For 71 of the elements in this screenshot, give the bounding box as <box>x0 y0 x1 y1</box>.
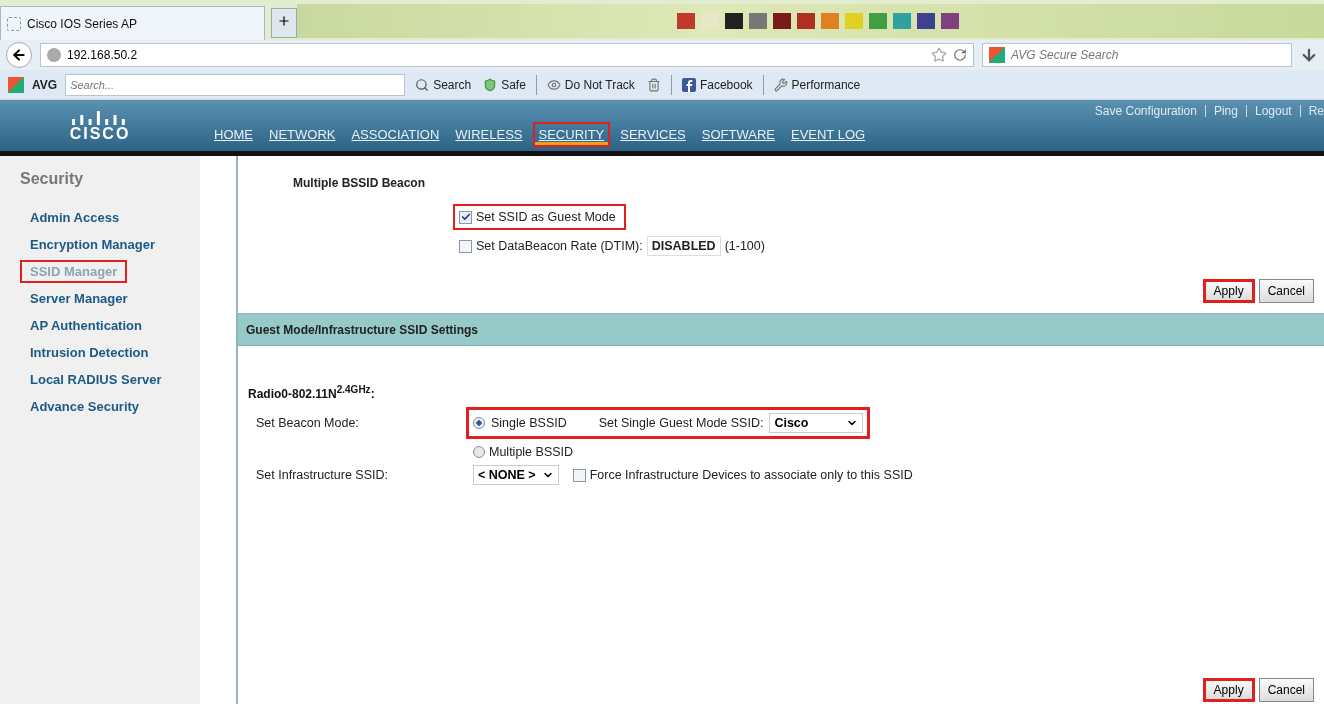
range-hint: (1-100) <box>724 239 765 253</box>
field-label: Set Infrastructure SSID: <box>256 468 389 482</box>
sidebar-link[interactable]: AP Authentication <box>20 314 152 337</box>
eye-icon <box>546 77 561 92</box>
section-title: Multiple BSSID Beacon <box>293 176 427 190</box>
reload-icon[interactable] <box>953 48 967 62</box>
facebook-toolbar-button[interactable]: Facebook <box>679 77 755 92</box>
ssid-dropdown[interactable]: < NONE > <box>473 465 559 485</box>
logo-icon <box>8 76 24 93</box>
trash-icon <box>646 77 661 92</box>
radio-button[interactable] <box>473 446 485 458</box>
nav-tab[interactable]: SERVICES <box>614 122 692 147</box>
radio-label: Single BSSID <box>491 416 567 430</box>
download-icon[interactable] <box>1300 46 1318 64</box>
new-tab-button[interactable] <box>271 8 297 38</box>
page-icon <box>7 16 21 31</box>
shield-icon <box>483 77 498 92</box>
checkbox[interactable] <box>572 468 586 482</box>
sidebar-link[interactable]: Intrusion Detection <box>20 341 159 364</box>
plus-icon <box>277 14 291 28</box>
nav-tab[interactable]: WIRELESS <box>449 122 529 147</box>
sidebar-link[interactable]: Local RADIUS Server <box>20 368 172 391</box>
apply-button[interactable]: Apply <box>1202 279 1255 303</box>
checkbox[interactable] <box>459 239 472 253</box>
sidebar-link[interactable]: Server Manager <box>20 287 138 310</box>
browser-tab[interactable]: Cisco IOS Series AP <box>0 6 265 40</box>
nav-tab[interactable]: SECURITY <box>532 122 611 147</box>
header-link[interactable]: Save Configuration <box>1094 104 1197 118</box>
cancel-button[interactable]: Cancel <box>1258 678 1314 702</box>
shield-toolbar-button[interactable]: Safe <box>481 77 528 92</box>
nav-tab[interactable]: NETWORK <box>263 122 342 147</box>
url-text: 192.168.50.2 <box>67 48 138 62</box>
back-button[interactable] <box>6 42 32 68</box>
radio-label: Multiple BSSID <box>489 445 574 459</box>
logo-icon <box>989 47 1005 63</box>
nav-tab[interactable]: ASSOCIATION <box>345 122 446 147</box>
nav-tab[interactable]: EVENT LOG <box>784 122 872 147</box>
star-icon[interactable] <box>931 47 947 63</box>
search-toolbar-button[interactable]: Search <box>413 77 474 92</box>
apply-button[interactable]: Apply <box>1202 678 1255 702</box>
sidebar-title: Security <box>20 170 85 188</box>
checkbox-label: Force Infrastructure Devices to associate only to this SSID <box>589 468 913 482</box>
section-header: Guest Mode/Infrastructure SSID Settings <box>238 314 1324 346</box>
header-link[interactable]: Logout <box>1254 104 1292 118</box>
search-placeholder: AVG Secure Search <box>1011 48 1119 62</box>
sidebar-link[interactable]: Encryption Manager <box>20 233 165 256</box>
input-field[interactable]: DISABLED <box>646 236 721 256</box>
checkbox-label: Set DataBeacon Rate (DTIM): <box>476 239 643 253</box>
address-bar[interactable]: 192.168.50.2 <box>40 43 974 67</box>
search-field[interactable]: AVG Secure Search <box>982 43 1292 67</box>
wrench-icon <box>773 77 788 92</box>
sidebar-link[interactable]: Advance Security <box>20 395 150 418</box>
wrench-toolbar-button[interactable]: Performance <box>771 77 863 92</box>
field-label: Set Single Guest Mode SSID: <box>598 416 764 430</box>
search-icon <box>415 77 430 92</box>
sidebar-link[interactable]: Admin Access <box>20 206 130 229</box>
ssid-dropdown[interactable]: Cisco <box>769 413 864 433</box>
checkbox[interactable] <box>459 210 472 224</box>
toolbar-search-field[interactable]: Search... <box>65 73 406 96</box>
toolbar-brand[interactable]: AVG <box>32 77 58 92</box>
checkbox-label: Set SSID as Guest Mode <box>476 210 616 224</box>
nav-tab[interactable]: HOME <box>208 122 259 147</box>
radio-title: Radio0-802.11N$^{2.4GHz}$: <box>248 384 376 401</box>
tab-title: Cisco IOS Series AP <box>27 16 138 31</box>
field-label: Set Beacon Mode: <box>256 416 360 430</box>
facebook-icon <box>681 77 696 92</box>
cancel-button[interactable]: Cancel <box>1258 279 1314 303</box>
nav-tab[interactable]: SOFTWARE <box>695 122 781 147</box>
radio-button[interactable] <box>473 417 485 429</box>
logo-text: CISCO <box>69 124 131 143</box>
eye-toolbar-button[interactable]: Do Not Track <box>544 77 637 92</box>
